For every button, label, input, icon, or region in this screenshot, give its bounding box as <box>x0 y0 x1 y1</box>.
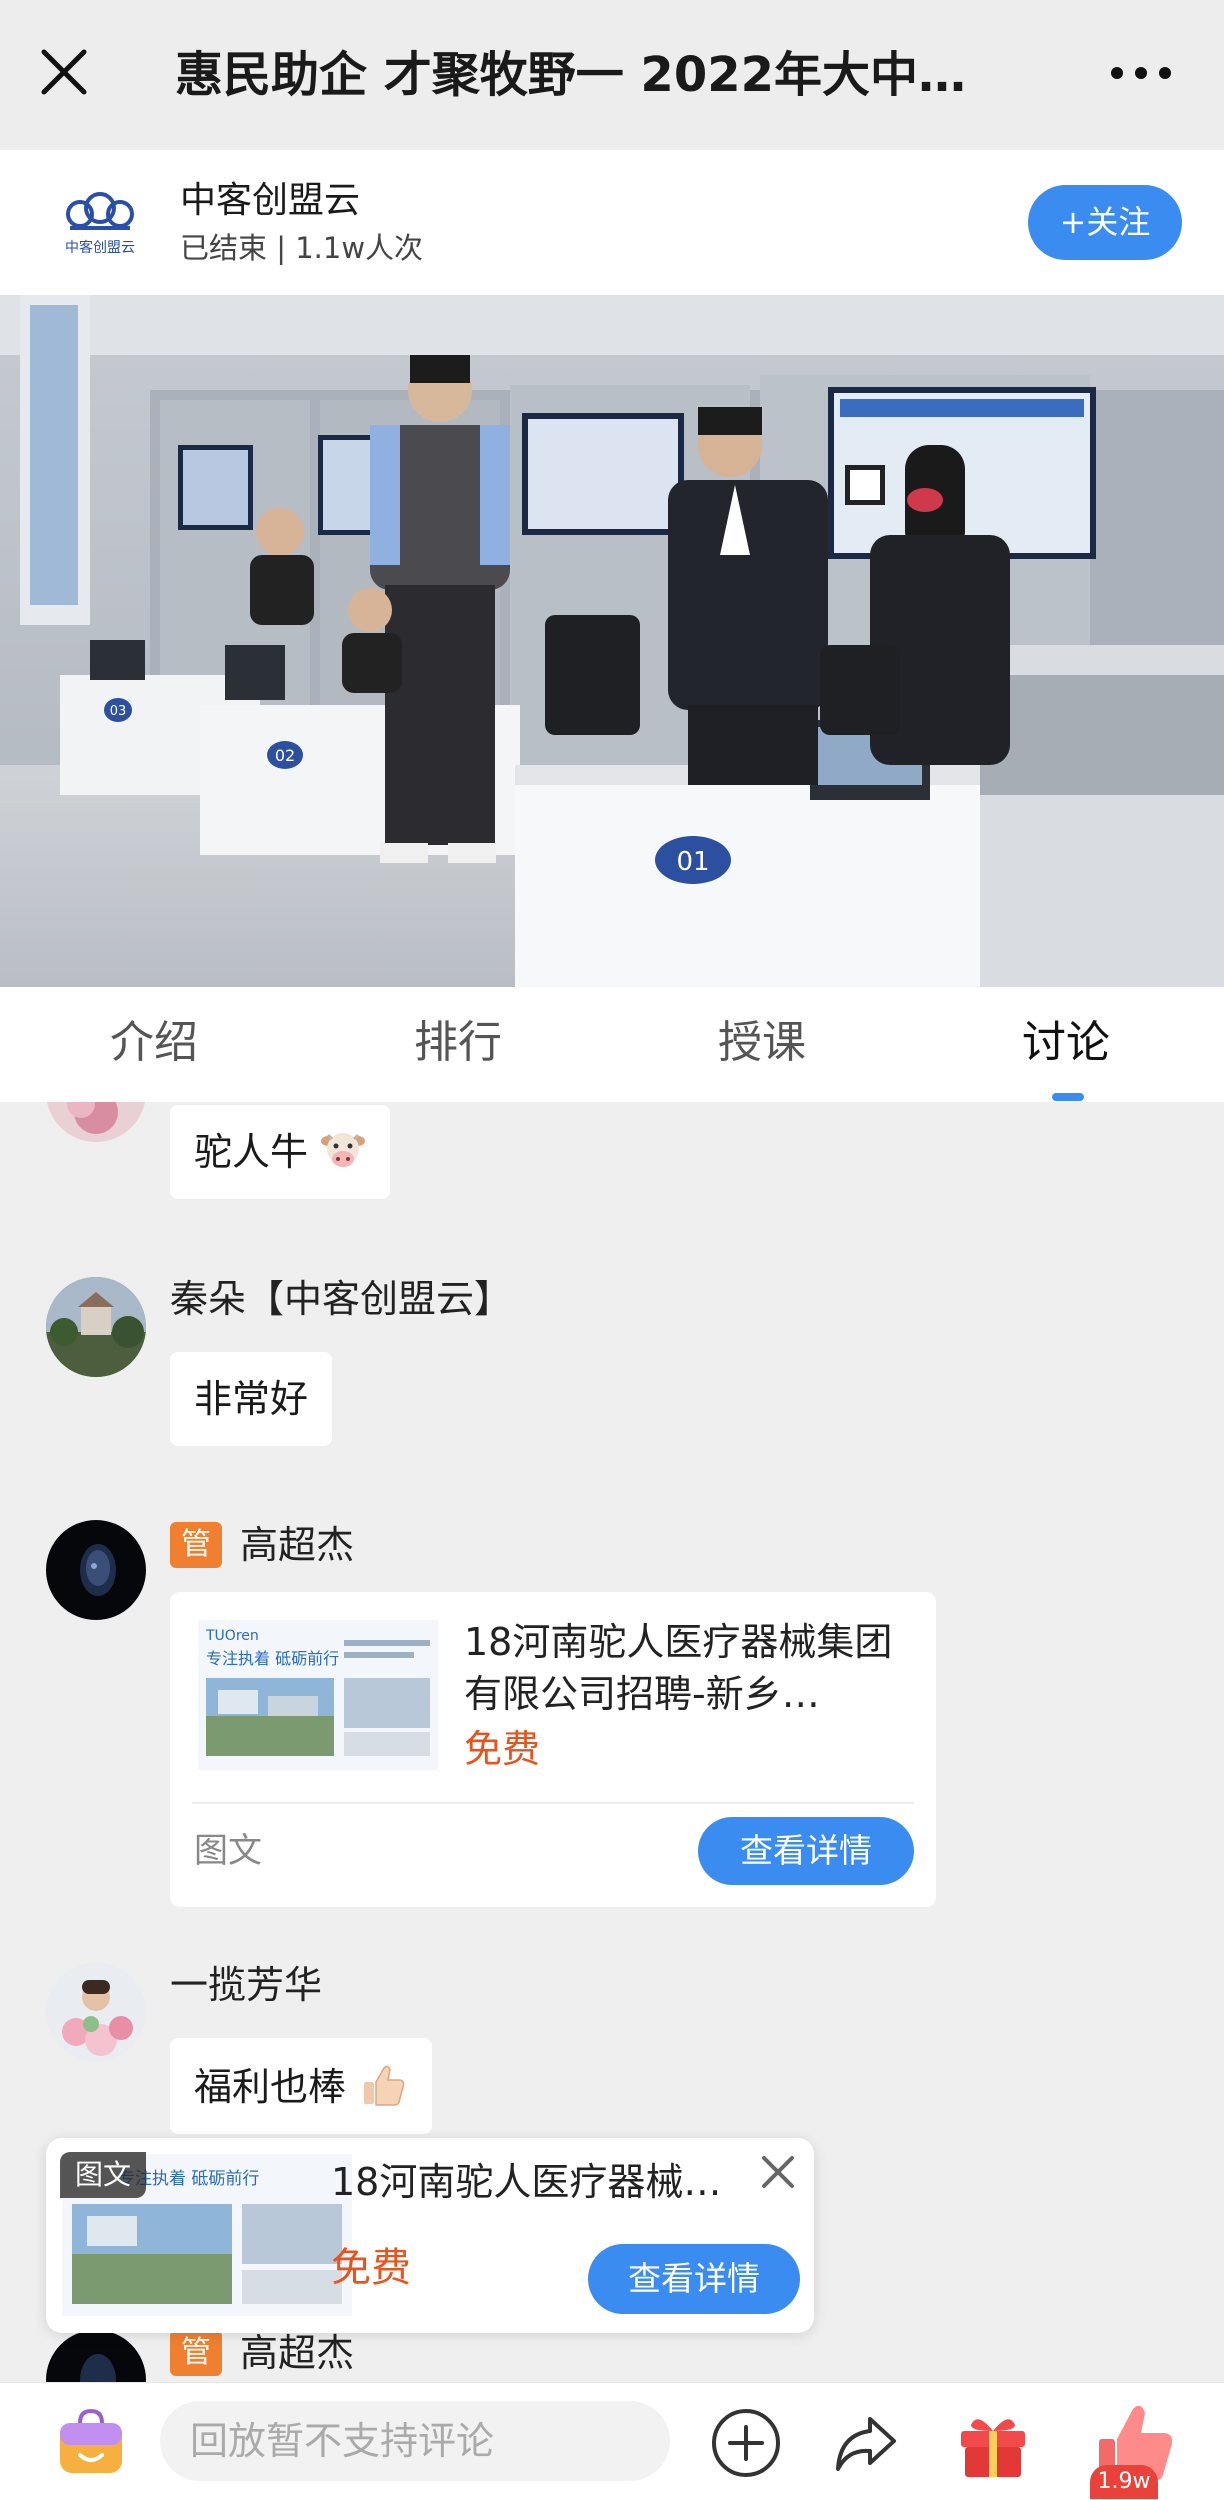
channel-logo: 中客创盟云 <box>65 192 135 256</box>
message-text: 非常好 <box>194 1377 309 1421</box>
article-type: 图文 <box>194 1831 262 1871</box>
close-icon[interactable] <box>758 2152 798 2192</box>
tab-discussion[interactable]: 讨论 <box>1022 1013 1110 1073</box>
card-divider <box>192 1802 914 1804</box>
video-frame: 03 02 01 <box>0 295 1224 987</box>
tab-lessons[interactable]: 授课 <box>718 1013 806 1073</box>
svg-text:TUOren: TUOren <box>205 1628 259 1644</box>
message-username: 高超杰 <box>240 2331 355 2375</box>
avatar[interactable] <box>46 2330 146 2382</box>
avatar[interactable] <box>46 1102 146 1142</box>
gift-icon[interactable] <box>955 2405 1031 2481</box>
article-card[interactable]: TUOren 专注执着 砥砺前行 18河南驼人医疗器械集团有限公司招聘-新乡… … <box>170 1592 936 1907</box>
message-bubble: 非常好 <box>170 1352 333 1446</box>
bottom-toolbar: 回放暂不支持评论 1.9w <box>0 2382 1224 2500</box>
admin-badge: 管 <box>170 1522 222 1568</box>
message-username: 高超杰 <box>240 1523 355 1567</box>
tab-intro[interactable]: 介绍 <box>110 1013 198 1073</box>
message-username: 一揽芳华 <box>170 1963 323 2007</box>
tab-active-indicator <box>1052 1093 1084 1101</box>
admin-badge: 管 <box>170 2330 222 2376</box>
article-price: 免费 <box>331 2245 411 2291</box>
follow-button[interactable]: +关注 <box>1028 185 1182 260</box>
video-player[interactable]: 03 02 01 <box>0 295 1224 987</box>
plus-circle-icon[interactable] <box>710 2407 782 2479</box>
message-username: 秦朵【中客创盟云】 <box>170 1277 513 1321</box>
comment-input[interactable]: 回放暂不支持评论 <box>160 2401 670 2481</box>
avatar[interactable] <box>46 1520 146 1620</box>
channel-status: 已结束 | 1.1w人次 <box>180 231 424 265</box>
close-icon[interactable] <box>36 44 92 100</box>
shopping-bag-icon[interactable] <box>56 2407 126 2477</box>
article-title: 18河南驼人医疗器械… <box>331 2160 722 2204</box>
message-bubble: 福利也棒 <box>170 2038 433 2134</box>
cow-face-icon <box>321 1133 366 1167</box>
channel-name: 中客创盟云 <box>180 180 361 221</box>
tab-bar: 介绍 排行 授课 讨论 <box>0 987 1224 1102</box>
svg-text:专注执着 砥砺前行: 专注执着 砥砺前行 <box>206 1649 339 1668</box>
article-type-tag: 图文 <box>60 2152 146 2198</box>
tab-ranking[interactable]: 排行 <box>414 1013 502 1073</box>
page-title: 惠民助企 才聚牧野一 2022年大中… <box>175 47 967 103</box>
svg-text:02: 02 <box>275 746 295 765</box>
title-bar: 惠民助企 才聚牧野一 2022年大中… <box>0 0 1224 150</box>
svg-text:01: 01 <box>676 847 709 877</box>
share-icon[interactable] <box>830 2407 902 2479</box>
article-thumbnail: TUOren 专注执着 砥砺前行 <box>198 1620 438 1770</box>
like-count: 1.9w <box>1090 2465 1158 2499</box>
svg-text:03: 03 <box>110 704 127 719</box>
thumbs-up-icon <box>364 2065 405 2106</box>
svg-text:中客创盟云: 中客创盟云 <box>65 239 135 256</box>
article-price: 免费 <box>464 1727 541 1771</box>
message-bubble: 驼人牛 <box>170 1105 391 1199</box>
view-details-button[interactable]: 查看详情 <box>588 2244 800 2314</box>
message-text: 福利也棒 <box>194 2065 347 2109</box>
article-title: 18河南驼人医疗器械集团有限公司招聘-新乡… <box>464 1620 893 1716</box>
more-icon[interactable] <box>1108 58 1174 88</box>
view-details-button[interactable]: 查看详情 <box>698 1817 914 1885</box>
message-text: 驼人牛 <box>194 1130 309 1174</box>
avatar[interactable] <box>46 1962 146 2062</box>
floating-article-card[interactable]: 专注执着 砥砺前行 图文 18河南驼人医疗器械… 免费 查看详情 <box>46 2138 814 2333</box>
channel-header: 中客创盟云 中客创盟云 已结束 | 1.1w人次 +关注 <box>0 150 1224 295</box>
avatar[interactable] <box>46 1277 146 1377</box>
